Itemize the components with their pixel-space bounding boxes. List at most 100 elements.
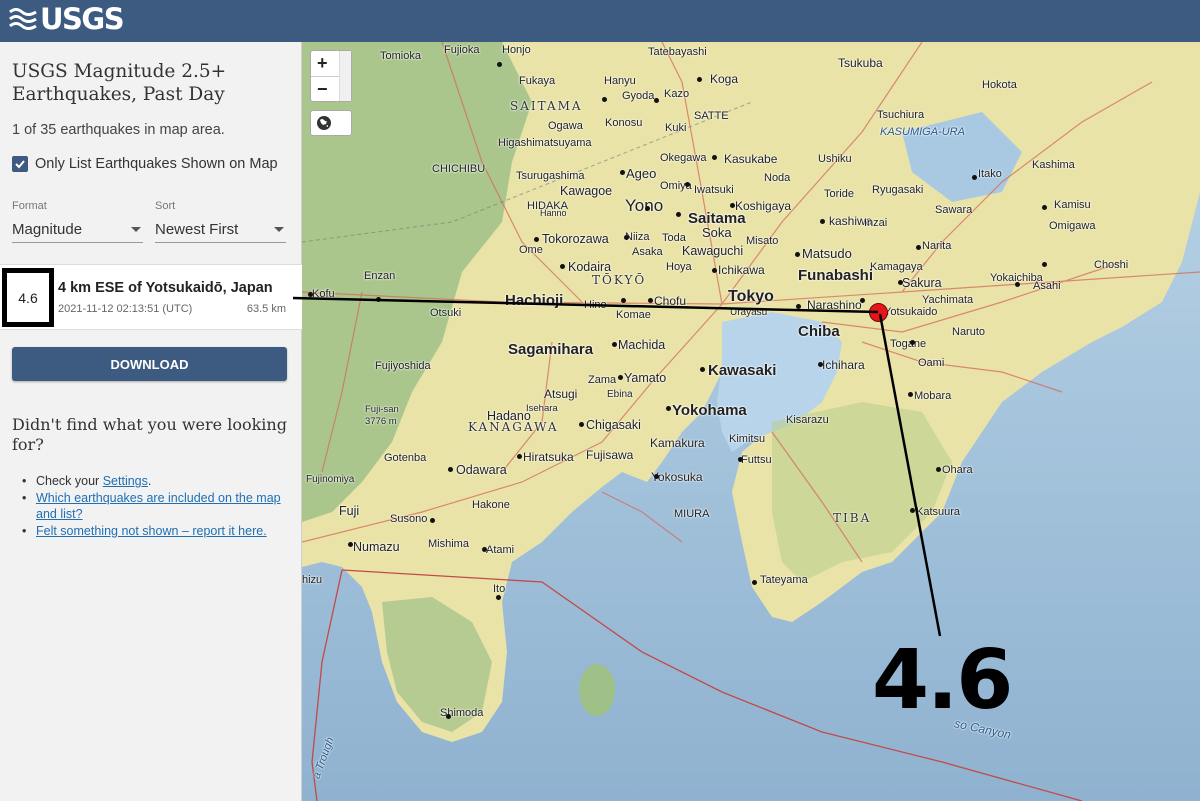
place-label: Kamakura bbox=[650, 436, 705, 450]
place-label: Asaka bbox=[632, 246, 663, 258]
place-label: Yamato bbox=[624, 371, 667, 385]
which-earthquakes-link[interactable]: Which earthquakes are included on the ma… bbox=[36, 491, 281, 522]
place-label: Choshi bbox=[1094, 259, 1129, 271]
town-dot bbox=[730, 203, 735, 208]
caret-down-icon bbox=[131, 226, 141, 232]
place-label: Yachimata bbox=[922, 294, 974, 306]
town-dot bbox=[685, 182, 690, 187]
town-dot bbox=[612, 342, 617, 347]
usgs-logo[interactable]: USGS bbox=[8, 2, 125, 36]
place-label: Inzai bbox=[864, 217, 888, 229]
place-label: Ichikawa bbox=[718, 263, 765, 277]
place-label: Tateyama bbox=[760, 574, 808, 586]
help-item-felt: Felt something not shown – report it her… bbox=[22, 523, 286, 540]
town-dot bbox=[910, 340, 915, 345]
place-label: Susono bbox=[390, 513, 428, 525]
place-label: Zama bbox=[588, 374, 617, 386]
help-list: Check your Settings. Which earthquakes a… bbox=[22, 473, 286, 540]
felt-report-link[interactable]: Felt something not shown – report it her… bbox=[36, 524, 267, 538]
earthquake-list-item[interactable]: 4.6 4 km ESE of Yotsukaidō, Japan 2021-1… bbox=[0, 264, 302, 330]
town-dot bbox=[972, 175, 977, 180]
help-title: Didn't find what you were looking for? bbox=[12, 415, 287, 454]
place-label: Numazu bbox=[353, 540, 400, 554]
place-label: Kasukabe bbox=[724, 152, 778, 166]
earthquake-marker[interactable] bbox=[869, 303, 888, 322]
place-label: Atami bbox=[486, 544, 515, 556]
place-label: Omigawa bbox=[1049, 220, 1096, 232]
town-dot bbox=[1042, 205, 1047, 210]
place-label: Toda bbox=[662, 232, 686, 244]
place-label: Honjo bbox=[502, 44, 531, 56]
help-item-settings: Check your Settings. bbox=[22, 473, 286, 490]
magnitude-badge: 4.6 bbox=[2, 268, 54, 327]
town-dot bbox=[910, 508, 915, 513]
basemap-layers-button[interactable] bbox=[310, 110, 352, 136]
place-label: Sakura bbox=[902, 276, 942, 290]
earthquake-place: 4 km ESE of Yotsukaidō, Japan bbox=[58, 280, 273, 296]
town-dot bbox=[697, 77, 702, 82]
place-label: Yokohama bbox=[672, 402, 747, 419]
town-dot bbox=[602, 97, 607, 102]
place-label: Mishima bbox=[428, 538, 469, 550]
place-label: Tatebayashi bbox=[648, 46, 707, 58]
help-text: . bbox=[147, 474, 152, 488]
place-label: Fuji bbox=[339, 504, 360, 518]
place-label: Kamagaya bbox=[870, 261, 923, 273]
place-label: Otsuki bbox=[430, 307, 462, 319]
place-label: Ageo bbox=[626, 166, 657, 181]
only-list-label: Only List Earthquakes Shown on Map bbox=[35, 156, 278, 172]
sidebar: USGS Magnitude 2.5+ Earthquakes, Past Da… bbox=[0, 42, 302, 801]
zoom-control: + − bbox=[310, 50, 352, 102]
town-dot bbox=[348, 542, 353, 547]
logo-text: USGS bbox=[40, 2, 125, 36]
earthquake-depth: 63.5 km bbox=[246, 303, 286, 315]
place-label: Hanyu bbox=[604, 75, 636, 87]
format-value: Magnitude bbox=[12, 220, 83, 238]
download-button[interactable]: DOWNLOAD bbox=[12, 347, 287, 381]
place-label: Tomioka bbox=[380, 50, 421, 62]
map-view[interactable]: Tomioka Fujioka Honjo Tatebayashi Tsukub… bbox=[302, 42, 1200, 801]
town-dot bbox=[818, 362, 823, 367]
place-label: Misato bbox=[746, 235, 779, 247]
place-label: Noda bbox=[764, 172, 791, 184]
town-dot bbox=[795, 252, 800, 257]
place-label: Asahi bbox=[1033, 280, 1061, 292]
usgs-wave-icon bbox=[9, 8, 37, 30]
only-list-checkbox[interactable]: Only List Earthquakes Shown on Map bbox=[12, 156, 278, 172]
town-dot bbox=[700, 367, 705, 372]
place-label: Funabashi bbox=[798, 267, 874, 284]
place-label: Narita bbox=[922, 240, 952, 252]
earthquake-time: 2021-11-12 02:13:51 (UTC) bbox=[58, 303, 193, 315]
town-dot bbox=[624, 235, 629, 240]
place-label: Machida bbox=[618, 338, 666, 352]
town-dot bbox=[496, 595, 501, 600]
town-dot bbox=[1015, 282, 1020, 287]
place-label: Chigasaki bbox=[586, 418, 641, 432]
town-dot bbox=[796, 304, 801, 309]
town-dot bbox=[654, 474, 659, 479]
checkbox-checked-icon[interactable] bbox=[12, 156, 28, 172]
place-label: Mobara bbox=[914, 390, 952, 402]
place-label: 3776 m bbox=[365, 416, 397, 427]
region-label: SAITAMA bbox=[510, 99, 583, 113]
sort-select[interactable]: Newest First bbox=[155, 216, 286, 243]
place-label: Yotsukaido bbox=[884, 306, 938, 318]
place-label: MIURA bbox=[674, 508, 710, 520]
town-dot bbox=[621, 298, 626, 303]
place-label: Gyoda bbox=[622, 90, 655, 102]
town-dot bbox=[497, 62, 502, 67]
caret-down-icon bbox=[274, 226, 284, 232]
zoom-scrollbar[interactable] bbox=[339, 51, 351, 101]
place-label: Hakone bbox=[472, 499, 510, 511]
place-label: CHICHIBU bbox=[432, 163, 486, 175]
place-label: Ushiku bbox=[818, 153, 852, 165]
format-select[interactable]: Magnitude bbox=[12, 216, 143, 243]
place-label: Tsurugashima bbox=[516, 170, 585, 182]
town-dot bbox=[712, 268, 717, 273]
place-label: Kuki bbox=[665, 122, 687, 134]
town-dot bbox=[898, 280, 903, 285]
help-item-which: Which earthquakes are included on the ma… bbox=[22, 490, 286, 523]
settings-link[interactable]: Settings bbox=[103, 474, 148, 488]
sort-label: Sort bbox=[155, 200, 176, 212]
place-label: Kofu bbox=[312, 288, 335, 300]
